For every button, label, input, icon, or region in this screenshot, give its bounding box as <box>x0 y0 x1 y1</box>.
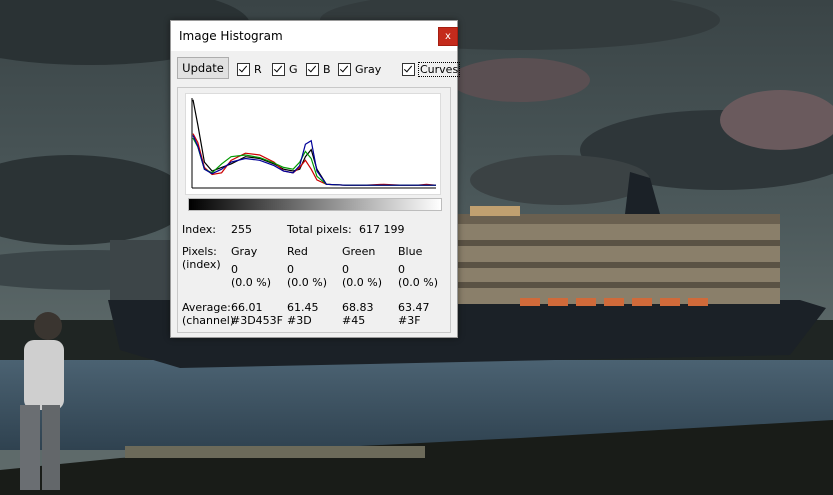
green-average: 68.83 <box>342 301 374 314</box>
checkbox-b[interactable]: B <box>306 61 331 77</box>
histogram-panel: Index: 255 Total pixels: 617 199 Pixels:… <box>177 87 451 333</box>
red-count: 0 <box>287 263 294 276</box>
pixels-index-label: (index) <box>182 258 221 271</box>
total-pixels-value: 617 199 <box>359 223 405 236</box>
toolbar: Update R G B Gray Curves <box>171 57 461 83</box>
pixels-label: Pixels: <box>182 245 217 258</box>
red-average: 61.45 <box>287 301 319 314</box>
red-hex: #3D <box>287 314 312 327</box>
green-percent: (0.0 %) <box>342 276 383 289</box>
checkbox-b-box[interactable] <box>306 62 319 76</box>
green-hex: #45 <box>342 314 366 327</box>
red-header: Red <box>287 245 308 258</box>
update-button[interactable]: Update <box>177 57 229 79</box>
checkbox-gray[interactable]: Gray <box>338 61 381 77</box>
blue-header: Blue <box>398 245 423 258</box>
index-value: 255 <box>231 223 252 236</box>
index-label: Index: <box>182 223 216 236</box>
green-header: Green <box>342 245 376 258</box>
checkbox-curves-box[interactable] <box>402 62 415 76</box>
checkbox-b-label: B <box>323 62 331 76</box>
red-percent: (0.0 %) <box>287 276 328 289</box>
gray-percent: (0.0 %) <box>231 276 272 289</box>
checkbox-gray-label: Gray <box>355 62 382 76</box>
close-button[interactable]: x <box>438 27 458 46</box>
histogram-chart <box>191 98 437 189</box>
blue-percent: (0.0 %) <box>398 276 439 289</box>
window-title: Image Histogram <box>179 29 283 43</box>
gray-header: Gray <box>231 245 258 258</box>
histogram-plot[interactable] <box>185 93 441 195</box>
checkbox-gray-box[interactable] <box>338 62 351 76</box>
green-count: 0 <box>342 263 349 276</box>
blue-average: 63.47 <box>398 301 430 314</box>
checkbox-r-label: R <box>254 62 262 76</box>
checkbox-r-box[interactable] <box>237 62 250 76</box>
checkbox-r[interactable]: R <box>237 61 262 77</box>
checkbox-g-label: G <box>289 62 298 76</box>
histogram-dialog: Image Histogram x Update R G B Gray Curv… <box>170 20 461 338</box>
average-label: Average: <box>182 301 231 314</box>
checkbox-g[interactable]: G <box>272 61 298 77</box>
average-channel-label: (channel) <box>182 314 235 327</box>
blue-count: 0 <box>398 263 405 276</box>
blue-hex: #3F <box>398 314 421 327</box>
checkbox-curves[interactable]: Curves <box>402 61 461 77</box>
gray-hex: #3D453F <box>231 314 284 327</box>
total-pixels-label: Total pixels: <box>287 223 352 236</box>
intensity-gradient-bar[interactable] <box>188 198 442 211</box>
checkbox-curves-label: Curves <box>417 61 461 77</box>
checkbox-g-box[interactable] <box>272 62 285 76</box>
histogram-series-3 <box>192 135 436 186</box>
title-bar[interactable]: Image Histogram x <box>171 21 458 51</box>
gray-count: 0 <box>231 263 238 276</box>
histogram-series-0 <box>192 99 436 186</box>
gray-average: 66.01 <box>231 301 263 314</box>
